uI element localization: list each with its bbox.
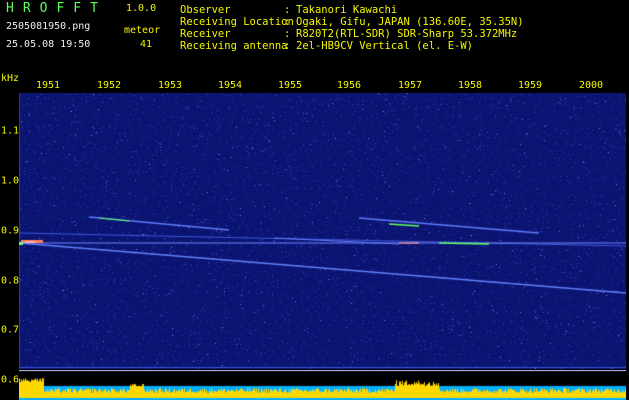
- signal-level-band: [19, 370, 626, 400]
- info-sep-antenna: :: [284, 40, 291, 52]
- capture-datetime: 25.05.08 19:50: [6, 39, 91, 50]
- meteor-count: 41: [140, 39, 153, 50]
- time-tick: 1955: [277, 80, 303, 91]
- app-title: HROFFT: [6, 1, 107, 16]
- time-tick: 1959: [517, 80, 543, 91]
- freq-tick: 0.8: [1, 275, 20, 287]
- info-key-antenna: Receiving antenna: [180, 40, 288, 52]
- freq-tick: 1.1: [1, 125, 20, 137]
- info-value-antenna: 2el-HB9CV Vertical (el. E-W): [296, 40, 474, 52]
- info-value-location: Ogaki, Gifu, JAPAN (136.60E, 35.35N): [296, 16, 524, 28]
- meteor-label: meteor: [124, 25, 161, 36]
- time-tick: 2000: [578, 80, 604, 91]
- info-sep-receiver: :: [284, 28, 291, 40]
- info-key-receiver: Receiver: [180, 28, 231, 40]
- time-tick: 1957: [397, 80, 423, 91]
- time-tick: 1953: [157, 80, 183, 91]
- freq-tick: 0.9: [1, 225, 20, 237]
- y-axis-unit: kHz: [1, 73, 20, 84]
- info-sep-observer: :: [284, 4, 291, 16]
- info-value-receiver: R820T2(RTL-SDR) SDR-Sharp 53.372MHz: [296, 28, 518, 40]
- info-sep-location: :: [284, 16, 291, 28]
- freq-tick: 1.0: [1, 175, 20, 187]
- info-value-observer: Takanori Kawachi: [296, 4, 398, 16]
- hrofft-screen: HROFFT 1.0.0 2505081950.png 25.05.08 19:…: [0, 0, 629, 400]
- time-tick: 1956: [336, 80, 362, 91]
- info-key-location: Receiving Location: [180, 16, 294, 28]
- freq-tick: 0.6: [1, 374, 20, 386]
- time-tick: 1952: [96, 80, 122, 91]
- info-key-observer: Observer: [180, 4, 231, 16]
- time-tick: 1958: [457, 80, 483, 91]
- time-tick: 1954: [217, 80, 243, 91]
- time-axis: 1951 1952 1953 1954 1955 1956 1957 1958 …: [19, 77, 626, 93]
- freq-tick: 0.7: [1, 324, 20, 336]
- spectrogram-plot: [19, 93, 626, 369]
- time-tick: 1951: [35, 80, 61, 91]
- capture-filename: 2505081950.png: [6, 21, 91, 32]
- app-version: 1.0.0: [126, 3, 157, 14]
